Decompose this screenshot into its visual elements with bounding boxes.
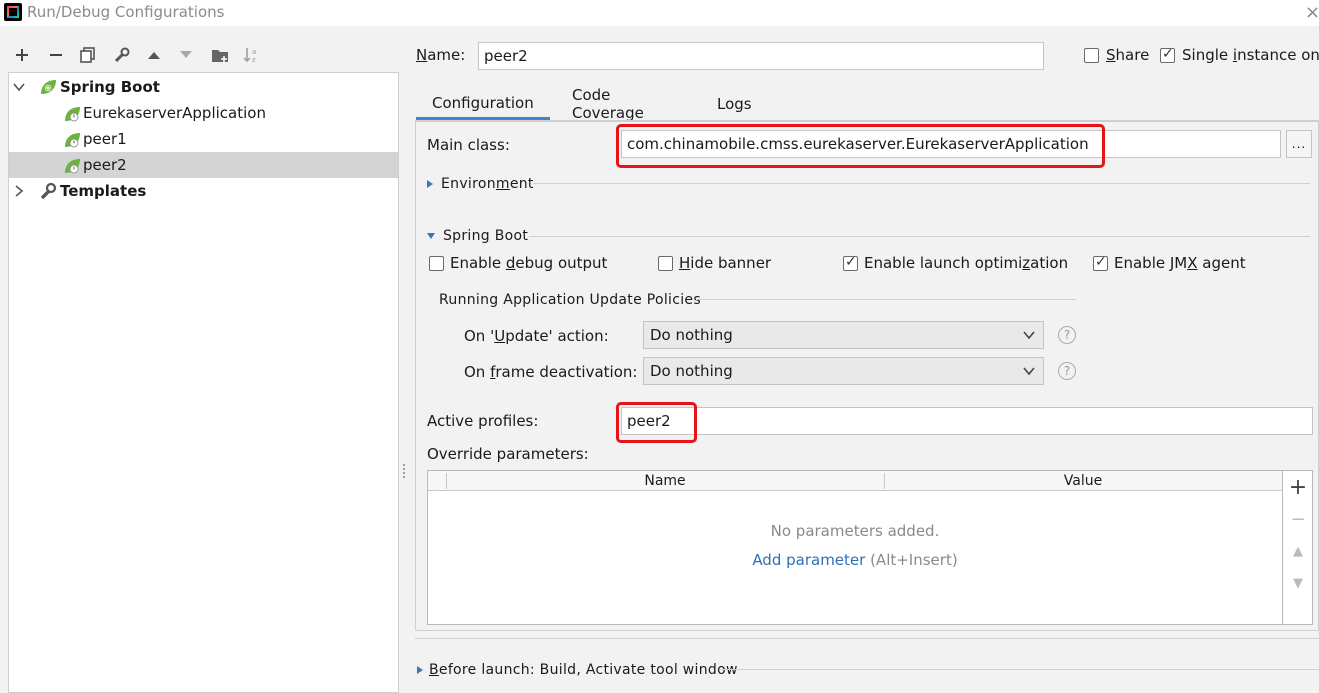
tab-code-coverage[interactable]: Code Coverage — [556, 86, 660, 122]
section-divider — [720, 669, 1319, 670]
wrench-icon — [40, 182, 57, 200]
table-header: Name Value — [428, 471, 1282, 491]
section-divider — [415, 638, 1319, 639]
intellij-logo-icon — [4, 3, 22, 21]
enable-jmx-agent-checkbox[interactable] — [1093, 254, 1108, 271]
section-divider — [533, 183, 1310, 184]
table-side-toolbar: + − ▲ ▼ — [1283, 470, 1313, 625]
tree-item-label: peer2 — [83, 156, 127, 174]
tree-item-spring-boot[interactable]: Spring Boot — [9, 74, 398, 100]
tab-configuration[interactable]: Configuration — [416, 88, 550, 120]
tree-item-peer2[interactable]: peer2 — [9, 152, 398, 178]
add-parameter-hint: (Alt+Insert) — [865, 551, 958, 569]
single-instance-label: Single instance only — [1182, 46, 1319, 64]
help-icon[interactable]: ? — [1058, 326, 1076, 344]
main-class-label: Main class: — [427, 136, 510, 154]
chevron-down-icon — [1023, 367, 1035, 376]
section-divider — [696, 299, 1076, 300]
add-parameter-row: Add parameter (Alt+Insert) — [428, 551, 1282, 569]
active-profiles-label: Active profiles: — [427, 412, 539, 430]
enable-jmx-agent-label: Enable JMX agent — [1114, 254, 1246, 272]
config-toolbar: az — [8, 42, 398, 70]
override-parameters-label: Override parameters: — [427, 445, 589, 463]
wrench-icon[interactable] — [110, 42, 134, 68]
spring-boot-section-toggle[interactable]: Spring Boot — [427, 228, 528, 244]
close-window-icon[interactable]: × — [1305, 2, 1319, 23]
enable-debug-output-label: Enable debug output — [450, 254, 608, 272]
move-row-down-icon[interactable]: ▼ — [1283, 568, 1313, 598]
move-up-icon[interactable] — [142, 42, 166, 68]
spring-boot-app-icon — [65, 107, 80, 122]
tree-item-label: Templates — [60, 182, 147, 200]
column-header-value[interactable]: Value — [884, 471, 1282, 491]
enable-launch-optimization-checkbox[interactable] — [843, 254, 858, 271]
add-parameter-link[interactable]: Add parameter — [752, 551, 865, 569]
on-frame-deactivation-select[interactable]: Do nothing — [643, 357, 1044, 385]
name-label: Name: — [416, 46, 466, 64]
policies-title: Running Application Update Policies — [439, 292, 701, 308]
on-update-select[interactable]: Do nothing — [643, 321, 1044, 349]
remove-row-icon[interactable]: − — [1283, 504, 1313, 534]
override-parameters-table[interactable]: Name Value No parameters added. Add para… — [427, 470, 1283, 625]
on-frame-deactivation-value: Do nothing — [650, 362, 733, 380]
add-icon[interactable] — [10, 42, 34, 68]
empty-table-message: No parameters added. — [770, 522, 940, 540]
spring-boot-app-icon — [65, 133, 80, 148]
sort-icon[interactable]: az — [240, 42, 264, 68]
tree-item-peer1[interactable]: peer1 — [9, 126, 398, 152]
single-instance-checkbox[interactable] — [1160, 46, 1175, 63]
on-frame-deactivation-label: On frame deactivation: — [464, 363, 638, 381]
copy-icon[interactable] — [76, 42, 100, 68]
enable-debug-output-checkbox[interactable] — [429, 256, 444, 271]
tree-item-label: EurekaserverApplication — [83, 104, 266, 122]
expand-down-icon — [427, 233, 435, 239]
hide-banner-checkbox[interactable] — [658, 256, 673, 271]
name-field[interactable]: peer2 — [478, 42, 1044, 70]
share-label: Share — [1106, 46, 1150, 64]
column-header-name[interactable]: Name — [446, 471, 884, 491]
move-down-icon[interactable] — [174, 42, 198, 68]
svg-text:z: z — [252, 56, 256, 63]
spring-boot-app-icon — [65, 159, 80, 174]
configuration-editor: Name: peer2 Share Single instance only C… — [408, 30, 1319, 693]
spring-boot-icon — [41, 80, 56, 94]
highlight-box — [616, 124, 1105, 168]
svg-text:a: a — [252, 48, 256, 56]
expand-right-icon — [417, 666, 423, 674]
remove-icon[interactable] — [44, 42, 68, 68]
chevron-right-icon[interactable] — [13, 185, 25, 197]
configuration-panel: Main class: com.chinamobile.cmss.eurekas… — [415, 121, 1319, 631]
on-update-label: On 'Update' action: — [464, 327, 609, 345]
chevron-down-icon[interactable] — [13, 81, 25, 93]
tree-item-label: peer1 — [83, 130, 127, 148]
enable-launch-optimization-label: Enable launch optimization — [864, 254, 1069, 272]
chevron-down-icon — [1023, 331, 1035, 340]
title-bar: Run/Debug Configurations × — [0, 0, 1319, 26]
browse-main-class-button[interactable]: ... — [1286, 130, 1312, 158]
window-title: Run/Debug Configurations — [27, 3, 225, 21]
configuration-tree[interactable]: Spring Boot EurekaserverApplication peer… — [8, 72, 399, 693]
hide-banner-label: Hide banner — [679, 254, 772, 272]
share-checkbox[interactable] — [1084, 48, 1099, 63]
tree-item-eurekaserverapplication[interactable]: EurekaserverApplication — [9, 100, 398, 126]
splitter-handle[interactable] — [402, 463, 406, 479]
move-row-up-icon[interactable]: ▲ — [1283, 536, 1313, 566]
expand-right-icon — [427, 180, 433, 188]
folder-icon[interactable] — [208, 42, 232, 68]
on-update-value: Do nothing — [650, 326, 733, 344]
add-row-icon[interactable]: + — [1283, 472, 1313, 502]
environment-section-toggle[interactable]: Environment — [427, 176, 534, 192]
tab-logs[interactable]: Logs — [701, 88, 768, 120]
before-launch-toggle[interactable]: Before launch: Build, Activate tool wind… — [417, 662, 738, 678]
active-profiles-field[interactable]: peer2 — [621, 407, 1313, 435]
section-divider — [529, 236, 1310, 237]
highlight-box — [616, 402, 697, 443]
tree-item-templates[interactable]: Templates — [9, 178, 398, 204]
tree-item-label: Spring Boot — [60, 78, 160, 96]
help-icon[interactable]: ? — [1058, 362, 1076, 380]
